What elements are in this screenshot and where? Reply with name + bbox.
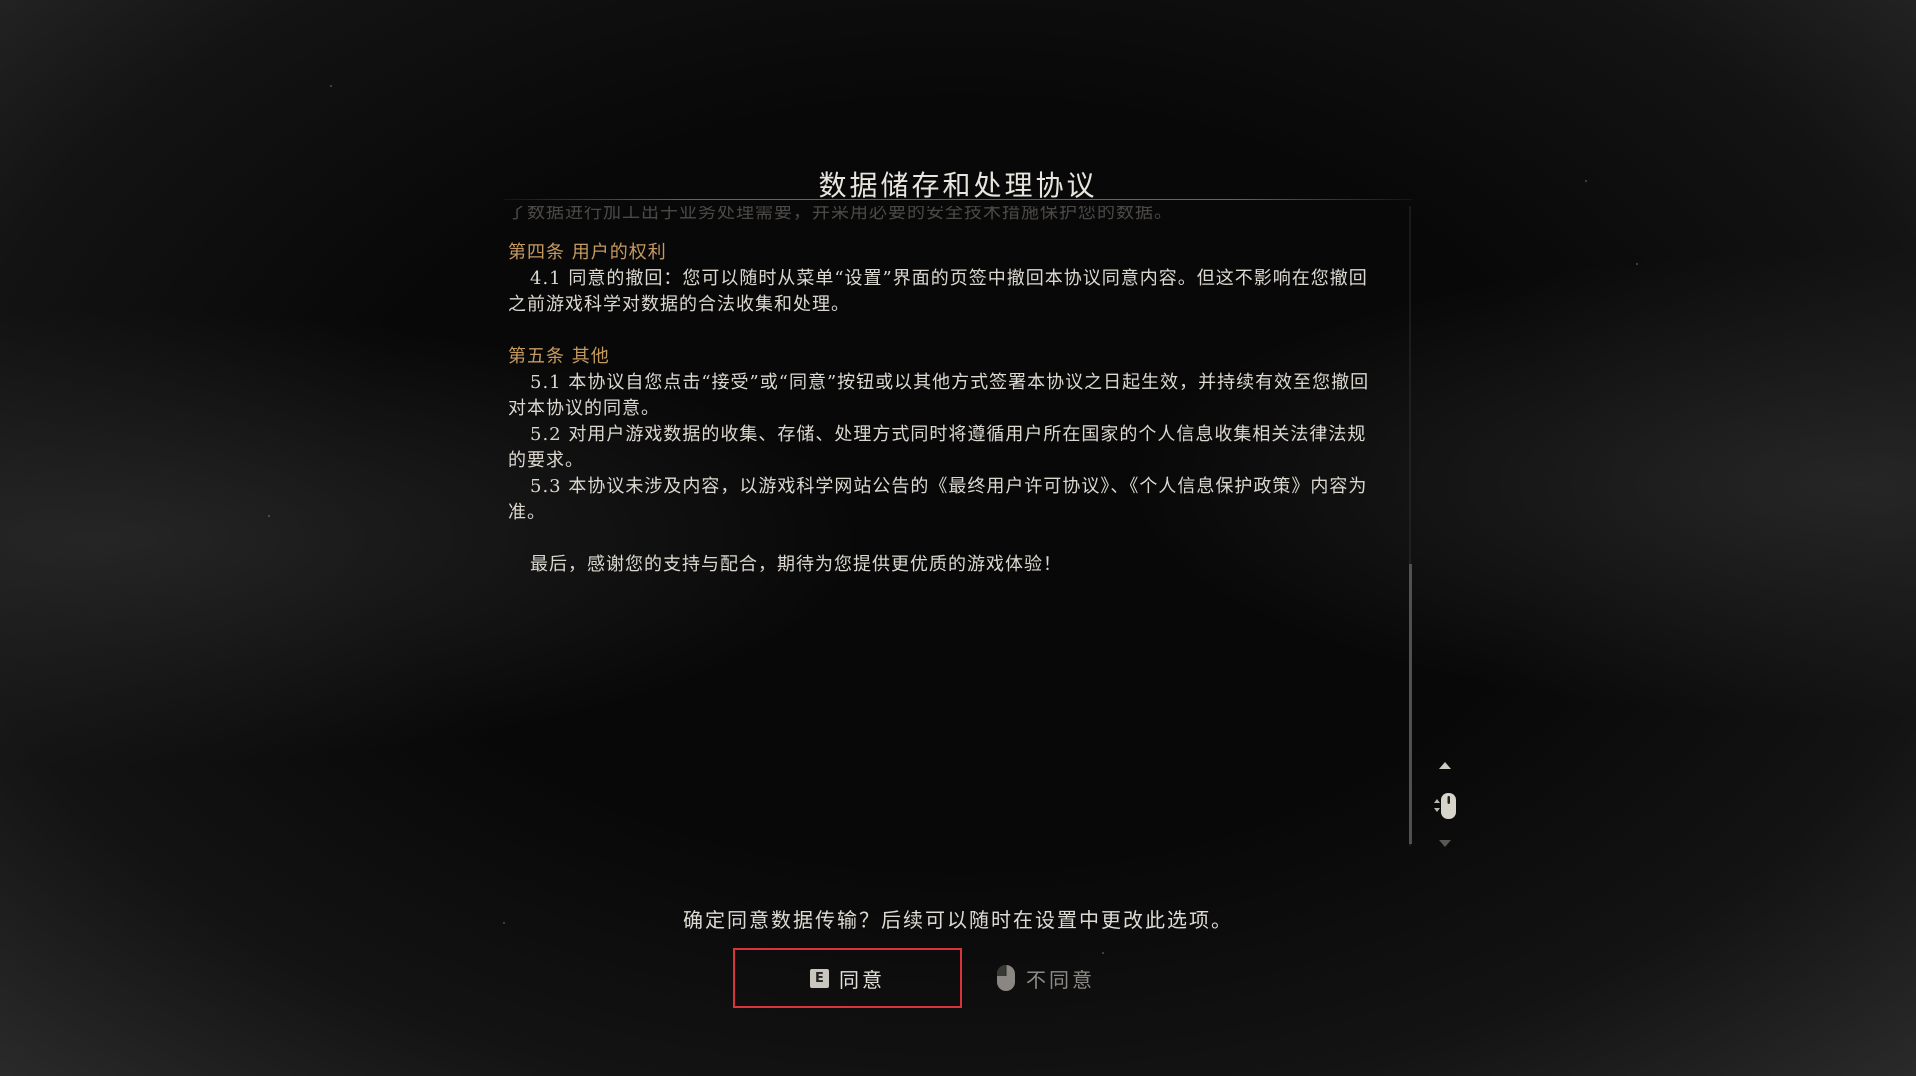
agreement-text[interactable]: 了数据进行加工出于业务处理需要，并采用必要的安全技术措施保护您的数据。 第四条 … [508,206,1370,842]
e-key-icon: E [810,968,829,988]
dust-speck [268,515,270,517]
section-paragraph: 5.2 对用户游戏数据的收集、存储、处理方式同时将遵循用户所在国家的个人信息收集… [508,424,1367,471]
mouse-scroll-icon [1434,793,1456,819]
agree-button[interactable]: E 同意 [733,948,962,1008]
section-paragraph: 5.1 本协议自您点击“接受”或“同意”按钮或以其他方式签署本协议之日起生效，并… [508,372,1370,419]
closing-text: 最后，感谢您的支持与配合，期待为您提供更优质的游戏体验！ [530,554,1062,575]
section-heading: 第四条 用户的权利 [508,242,667,263]
section-paragraph: 4.1 同意的撤回：您可以随时从菜单“设置”界面的页签中撤回本协议同意内容。但这… [508,268,1368,315]
confirm-question: 确定同意数据传输？后续可以随时在设置中更改此选项。 [683,908,1233,932]
faded-text-line: 了数据进行加工出于业务处理需要，并采用必要的安全技术措施保护您的数据。 [508,206,1173,220]
agree-label: 同意 [839,967,885,992]
dust-speck [1636,263,1638,265]
chevron-up-icon[interactable] [1438,759,1452,771]
scrollbar-thumb[interactable] [1409,564,1412,844]
dialog-title: 数据储存和处理协议 [818,169,1098,202]
chevron-down-icon[interactable] [1438,838,1452,850]
section-heading: 第五条 其他 [508,346,610,367]
mouse-icon [997,965,1015,991]
section-paragraph: 5.3 本协议未涉及内容，以游戏科学网站公告的《最终用户许可协议》、《个人信息保… [508,476,1368,523]
title-divider [504,199,1412,200]
dust-speck [330,85,332,87]
disagree-button[interactable]: 不同意 [996,948,1126,1008]
disagree-label: 不同意 [1026,967,1095,992]
dust-speck [1585,180,1587,182]
